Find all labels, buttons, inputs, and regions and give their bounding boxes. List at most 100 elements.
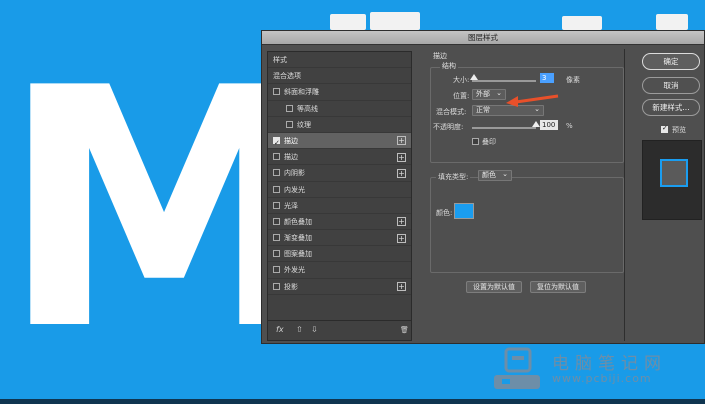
add-style-icon[interactable]: + [397, 217, 406, 227]
style-preview-thumbnail [660, 159, 688, 187]
reset-default-button[interactable]: 复位为默认值 [530, 281, 586, 293]
style-item[interactable]: 描边 + [268, 132, 411, 151]
trash-icon[interactable]: 🗑 [400, 326, 409, 334]
add-style-icon[interactable]: + [397, 152, 406, 162]
opacity-input[interactable]: 100 [540, 120, 558, 130]
style-item-label: 混合选项 [273, 72, 301, 81]
style-item-checkbox[interactable] [286, 120, 293, 128]
fill-type-select[interactable]: 颜色 ⌄ [478, 170, 512, 181]
style-item-label: 样式 [273, 56, 287, 64]
cancel-button[interactable]: 取消 [642, 77, 700, 94]
fill-group [430, 177, 624, 273]
add-style-icon[interactable]: + [397, 168, 406, 178]
overprint-checkbox[interactable] [472, 138, 479, 145]
position-select[interactable]: 外部 ⌄ [472, 89, 506, 100]
size-unit: 像素 [566, 76, 580, 84]
style-item-label: 斜面和浮雕 [284, 88, 319, 97]
style-item-checkbox[interactable] [273, 234, 280, 242]
structure-title: 结构 [440, 61, 458, 71]
style-item[interactable]: 等高线 [268, 101, 411, 117]
fill-type-value: 颜色 [482, 171, 496, 179]
preview-label: 预览 [672, 126, 686, 134]
watermark-url: www.pcbiji.com [552, 372, 652, 385]
style-item-label: 渐变叠加 [284, 234, 312, 243]
style-item-label: 描边 [284, 136, 298, 145]
style-preview [642, 140, 702, 220]
dialog-title[interactable]: 图层样式 [262, 31, 704, 45]
style-item-checkbox[interactable] [273, 169, 280, 177]
size-label: 大小: [453, 76, 470, 84]
background-shape-1 [330, 14, 366, 30]
stroke-color-swatch[interactable] [454, 203, 474, 219]
new-style-button[interactable]: 新建样式... [642, 99, 700, 116]
fx-icon[interactable]: fx [276, 325, 284, 334]
size-input[interactable]: 3 [540, 73, 554, 83]
style-item-checkbox[interactable] [273, 135, 280, 151]
style-item[interactable]: 渐变叠加 + [268, 230, 411, 247]
style-item-label: 图案叠加 [284, 250, 312, 259]
style-item-checkbox[interactable] [273, 185, 280, 193]
bottom-bar [0, 399, 705, 404]
background-shape-3 [562, 16, 602, 30]
style-item[interactable]: 外发光 [268, 262, 411, 279]
opacity-label: 不透明度: [433, 123, 464, 131]
style-item[interactable]: 描边 + [268, 149, 411, 166]
background-shape-2 [370, 12, 420, 30]
style-item-label: 外发光 [284, 266, 305, 275]
ok-button[interactable]: 确定 [642, 53, 700, 70]
preview-checkbox[interactable] [661, 124, 668, 133]
style-item-checkbox[interactable] [273, 266, 280, 274]
style-item[interactable]: 光泽 [268, 198, 411, 214]
set-default-button[interactable]: 设置为默认值 [466, 281, 522, 293]
canvas: M 图层样式 样式混合选项斜面和浮雕等高线纹理描边+描边+内阴影+内发光光泽颜色… [0, 0, 705, 404]
layer-style-dialog: 图层样式 样式混合选项斜面和浮雕等高线纹理描边+描边+内阴影+内发光光泽颜色叠加… [261, 30, 705, 344]
style-item-label: 颜色叠加 [284, 217, 312, 226]
styles-list: 样式混合选项斜面和浮雕等高线纹理描边+描边+内阴影+内发光光泽颜色叠加+渐变叠加… [267, 51, 412, 341]
watermark-logo-icon [494, 347, 540, 389]
size-slider[interactable] [472, 80, 536, 82]
position-value: 外部 [476, 90, 490, 98]
opacity-slider-thumb[interactable] [532, 121, 540, 127]
style-item-label: 投影 [284, 282, 298, 291]
style-item[interactable]: 内发光 [268, 182, 411, 198]
move-down-icon[interactable]: ⇩ [311, 325, 318, 334]
style-item-checkbox[interactable] [273, 250, 280, 258]
add-style-icon[interactable]: + [397, 136, 406, 146]
style-item-checkbox[interactable] [273, 153, 280, 161]
blend-mode-label: 混合模式: [436, 108, 467, 116]
style-item[interactable]: 内阴影 + [268, 165, 411, 182]
stroke-section-title: 描边 [433, 52, 447, 60]
blend-mode-value: 正常 [476, 106, 490, 114]
background-shape-4 [656, 14, 688, 30]
style-item-checkbox[interactable] [273, 88, 280, 96]
style-item[interactable]: 投影 + [268, 279, 411, 295]
style-item-checkbox[interactable] [273, 217, 280, 225]
chevron-down-icon: ⌄ [502, 170, 508, 178]
color-label: 颜色: [436, 209, 453, 217]
style-item[interactable]: 颜色叠加 + [268, 214, 411, 231]
style-item-label: 内发光 [284, 185, 305, 194]
style-item[interactable]: 纹理 [268, 117, 411, 133]
style-item-label: 纹理 [297, 120, 311, 129]
fill-type-label: 填充类型: [436, 172, 471, 182]
styles-list-footer: fx ⇧ ⇩ 🗑 [268, 320, 411, 340]
style-item[interactable]: 混合选项 [268, 68, 411, 85]
position-label: 位置: [453, 92, 470, 100]
size-slider-thumb[interactable] [469, 74, 478, 80]
watermark-title: 电脑笔记网 [552, 354, 667, 374]
style-item-label: 描边 [284, 153, 298, 162]
style-item[interactable]: 图案叠加 [268, 246, 411, 263]
style-item[interactable]: 斜面和浮雕 [268, 84, 411, 101]
annotation-arrow-icon [506, 94, 559, 107]
watermark: 电脑笔记网 www.pcbiji.com [492, 341, 702, 397]
add-style-icon[interactable]: + [397, 282, 406, 292]
style-item-label: 光泽 [284, 201, 298, 210]
style-item[interactable]: 样式 [268, 52, 411, 69]
move-up-icon[interactable]: ⇧ [296, 325, 303, 334]
style-item-checkbox[interactable] [273, 201, 280, 209]
opacity-slider[interactable] [472, 127, 536, 129]
style-item-checkbox[interactable] [286, 104, 293, 112]
style-item-checkbox[interactable] [273, 282, 280, 290]
add-style-icon[interactable]: + [397, 233, 406, 243]
opacity-unit: % [566, 122, 573, 130]
